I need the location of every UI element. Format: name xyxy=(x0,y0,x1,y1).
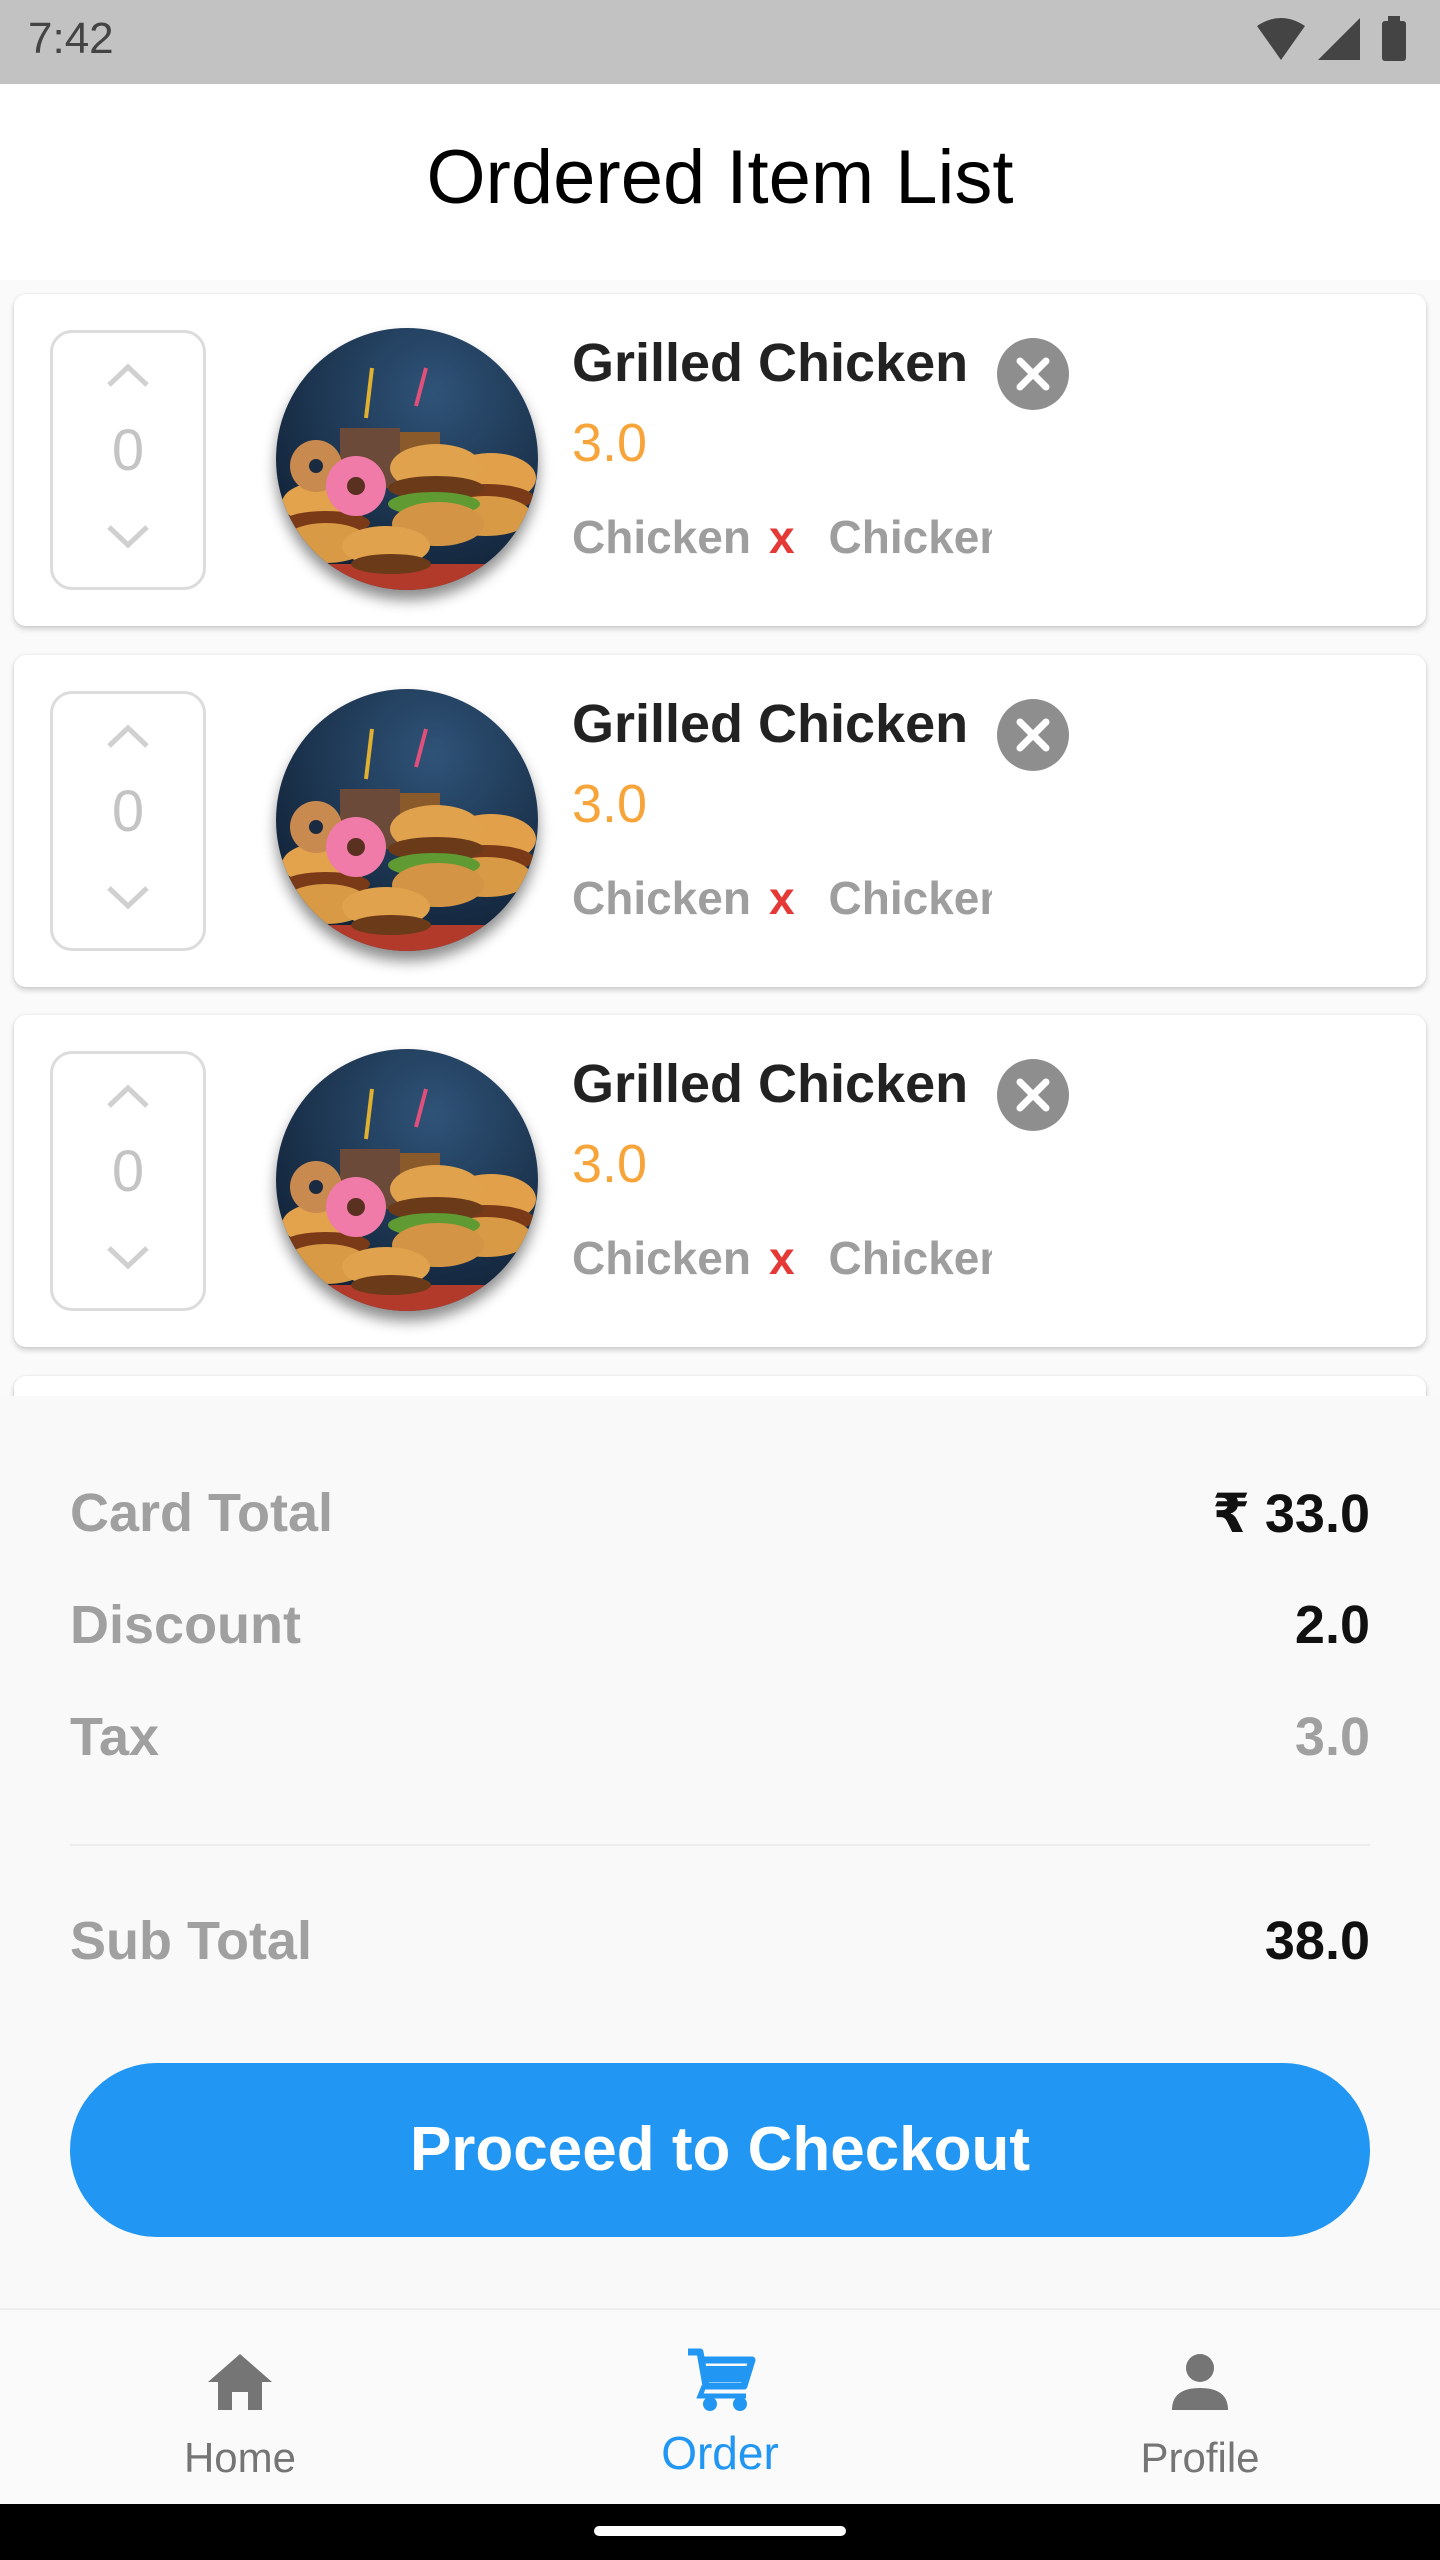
wifi-icon xyxy=(1257,18,1306,60)
item-tags: Chicken x Chicken xyxy=(572,871,992,935)
system-gesture-bar xyxy=(0,2504,1440,2560)
nav-item-home[interactable]: Home xyxy=(0,2310,480,2506)
item-tag: Chicken xyxy=(828,511,992,563)
item-price: 3.0 xyxy=(572,413,648,473)
item-name: Grilled Chicken xyxy=(572,1054,969,1114)
subtotal-value: 38.0 xyxy=(1264,1911,1370,1971)
home-icon xyxy=(208,2354,272,2410)
item-price: 3.0 xyxy=(572,1134,648,1194)
card-total-label: Card Total xyxy=(70,1483,334,1543)
item-tag: Chicken xyxy=(572,1232,751,1284)
discount-row: Discount 2.0 xyxy=(70,1594,1370,1674)
bottom-navigation: Home Order Profile xyxy=(0,2308,1440,2504)
chevron-up-icon[interactable] xyxy=(103,722,153,752)
order-summary: Card Total ₹ 33.0 Discount 2.0 Tax 3.0 S… xyxy=(0,1396,1440,2308)
tax-value: 3.0 xyxy=(1294,1707,1370,1767)
tag-separator: x xyxy=(768,511,795,563)
person-icon xyxy=(1172,2354,1228,2410)
item-tag: Chicken xyxy=(572,511,751,563)
order-item-card: 0 Grilled Chicken 3.0 Chicken x Chicken xyxy=(14,1015,1426,1347)
item-tag: Chicken xyxy=(828,1232,992,1284)
proceed-to-checkout-button[interactable]: Proceed to Checkout xyxy=(70,2063,1370,2237)
remove-item-icon[interactable] xyxy=(997,338,1069,410)
food-image xyxy=(276,689,538,951)
signal-icon xyxy=(1317,18,1360,60)
remove-item-icon[interactable] xyxy=(997,699,1069,771)
tax-row: Tax 3.0 xyxy=(70,1706,1370,1786)
chevron-down-icon[interactable] xyxy=(103,1242,153,1272)
food-image xyxy=(276,1049,538,1311)
chevron-up-icon[interactable] xyxy=(103,1082,153,1112)
status-time: 7:42 xyxy=(28,14,114,63)
item-tag: Chicken xyxy=(828,872,992,924)
nav-item-order[interactable]: Order xyxy=(480,2310,960,2506)
ordered-item-list[interactable]: 0 Grilled Chicken 3.0 Chicken x Chicken 0 … xyxy=(0,280,1440,1396)
nav-label-profile: Profile xyxy=(1140,2434,1260,2481)
page-title: Ordered Item List xyxy=(426,135,1014,220)
subtotal-row: Sub Total 38.0 xyxy=(70,1910,1370,1990)
battery-icon xyxy=(1382,16,1406,61)
item-tags: Chicken x Chicken xyxy=(572,1231,992,1295)
quantity-value: 0 xyxy=(111,418,145,483)
chevron-down-icon[interactable] xyxy=(103,882,153,912)
card-total-value: ₹ 33.0 xyxy=(1212,1484,1370,1544)
cart-icon xyxy=(688,2348,756,2411)
status-icons xyxy=(1255,16,1412,66)
discount-label: Discount xyxy=(70,1595,302,1655)
quantity-stepper: 0 xyxy=(50,330,206,590)
remove-item-icon[interactable] xyxy=(997,1059,1069,1131)
summary-divider xyxy=(70,1844,1370,1846)
app-header: Ordered Item List xyxy=(0,84,1440,280)
tag-separator: x xyxy=(768,1232,795,1284)
tax-label: Tax xyxy=(70,1707,160,1767)
order-item-card: 0 Grilled Chicken 3.0 Chicken x Chicken xyxy=(14,294,1426,626)
item-tags: Chicken x Chicken xyxy=(572,510,992,574)
tag-separator: x xyxy=(768,872,795,924)
subtotal-label: Sub Total xyxy=(70,1911,312,1971)
chevron-up-icon[interactable] xyxy=(103,361,153,391)
item-tag: Chicken xyxy=(572,872,751,924)
quantity-value: 0 xyxy=(111,779,145,844)
nav-label-order: Order xyxy=(661,2427,779,2479)
quantity-value: 0 xyxy=(111,1139,145,1204)
order-item-card xyxy=(14,1376,1426,1396)
home-gesture-handle[interactable] xyxy=(594,2526,846,2536)
food-image xyxy=(276,328,538,590)
order-item-card: 0 Grilled Chicken 3.0 Chicken x Chicken xyxy=(14,655,1426,987)
quantity-stepper: 0 xyxy=(50,691,206,951)
nav-label-home: Home xyxy=(183,2434,297,2481)
discount-value: 2.0 xyxy=(1294,1595,1370,1655)
status-bar: 7:42 xyxy=(0,0,1440,84)
item-price: 3.0 xyxy=(572,774,648,834)
quantity-stepper: 0 xyxy=(50,1051,206,1311)
card-total-row: Card Total ₹ 33.0 xyxy=(70,1482,1370,1562)
nav-item-profile[interactable]: Profile xyxy=(960,2310,1440,2506)
item-name: Grilled Chicken xyxy=(572,694,969,754)
item-name: Grilled Chicken xyxy=(572,333,969,393)
chevron-down-icon[interactable] xyxy=(103,521,153,551)
